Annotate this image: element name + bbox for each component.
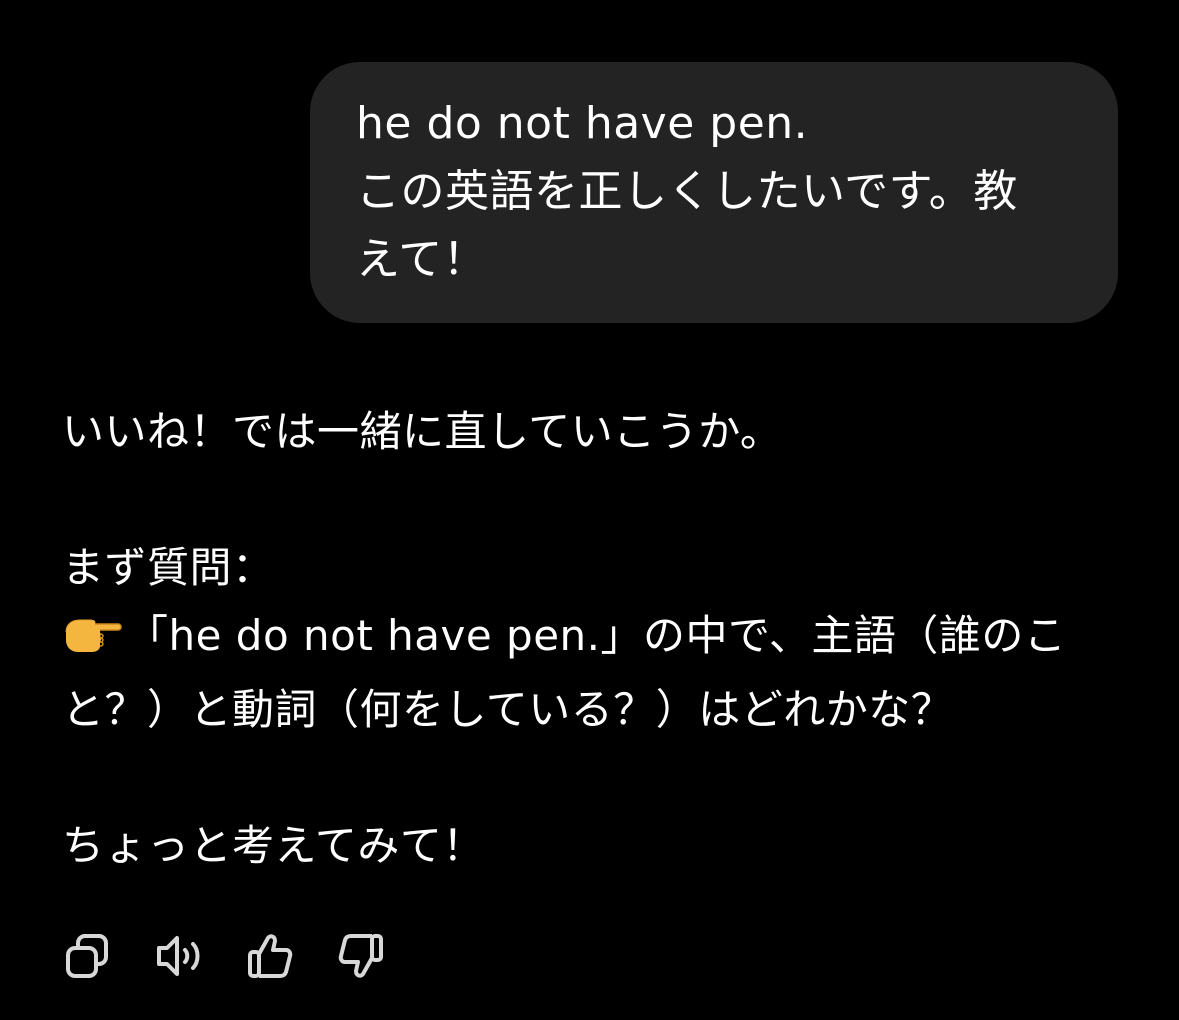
thumbs-down-icon — [338, 934, 383, 978]
assistant-message: いいね！では一緒に直していこうか。 まず質問： 「he do not have … — [62, 398, 1122, 880]
thumbs-up-icon — [248, 934, 293, 978]
speaker-icon — [157, 936, 200, 976]
assistant-message-line: と？）と動詞（何をしている？）はどれかな？ — [62, 685, 954, 734]
read-aloud-button[interactable] — [153, 930, 205, 982]
message-action-bar — [62, 930, 426, 982]
thumbs-down-button[interactable] — [335, 930, 387, 982]
user-message-line: この英語を正しくしたいです。教 — [356, 166, 1018, 217]
assistant-message-line: いいね！では一緒に直していこうか。 — [62, 407, 783, 456]
thumbs-up-button[interactable] — [244, 930, 296, 982]
assistant-message-line-with-pointer: 「he do not have pen.」の中で、主語（誰のこ — [62, 602, 1122, 676]
user-message-bubble: he do not have pen. この英語を正しくしたいです。教 えて！ — [310, 62, 1118, 323]
user-message-line: えて！ — [356, 234, 488, 285]
assistant-message-line: ちょっと考えてみて！ — [62, 821, 485, 870]
pointing-hand-icon — [62, 608, 124, 676]
question-text: 「he do not have pen.」の中で、主語（誰のこ — [126, 611, 1067, 660]
assistant-message-line: まず質問： — [62, 543, 275, 592]
user-message-line: he do not have pen. — [356, 98, 809, 149]
copy-icon — [66, 934, 108, 978]
copy-button[interactable] — [62, 930, 114, 982]
